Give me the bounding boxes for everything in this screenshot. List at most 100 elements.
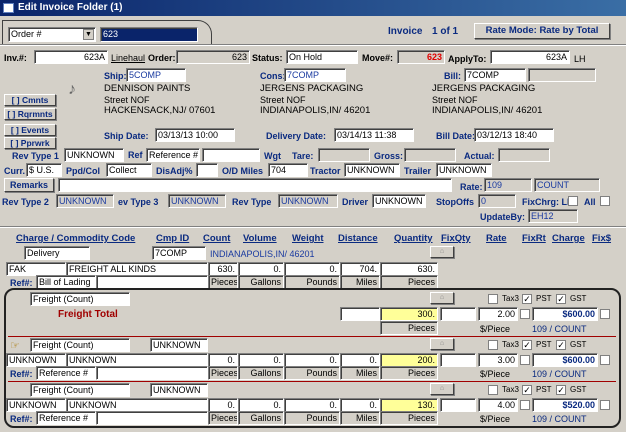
freight1-volume-input[interactable]: 0.	[238, 353, 284, 367]
delivery-volume-input[interactable]: 0.	[238, 262, 284, 276]
rev-type1-input[interactable]: UNKNOWN	[64, 148, 124, 162]
delivery-count-input[interactable]: 630.	[208, 262, 238, 276]
freight2-lookup-button[interactable]: ⌂	[430, 383, 454, 395]
col-charge[interactable]: Charge	[552, 233, 585, 245]
freight1-fixrt-checkbox[interactable]	[520, 355, 530, 365]
requirements-button[interactable]: [ ] Rqrmnts	[4, 108, 56, 120]
comments-button[interactable]: [ ] Cmnts	[4, 94, 56, 106]
freight2-cmp-input[interactable]: UNKNOWN	[150, 383, 208, 397]
freight2-rate-input[interactable]: 4.00	[478, 398, 518, 412]
freight1-tax3-checkbox[interactable]	[488, 340, 498, 350]
freight2-desc-input[interactable]: UNKNOWN	[66, 398, 208, 412]
delivery-ref-type-input[interactable]: Bill of Lading	[36, 275, 96, 289]
freight-total-rate[interactable]: 2.00	[478, 307, 518, 321]
freight-total-lookup-button[interactable]: ⌂	[430, 292, 454, 304]
col-quantity[interactable]: Quantity	[394, 233, 433, 245]
order-type-select[interactable]: Order # ▼	[8, 27, 96, 42]
freight1-fix-checkbox[interactable]	[600, 355, 610, 365]
delivery-weight-input[interactable]: 0.	[284, 262, 340, 276]
ship-code-input[interactable]: 5COMP	[126, 68, 186, 82]
od-miles-input[interactable]: 704	[268, 163, 308, 177]
freight-total-type-input[interactable]: Freight (Count)	[30, 292, 130, 306]
freight1-count-input[interactable]: 0.	[208, 353, 238, 367]
delivery-quantity-input[interactable]: 630.	[380, 262, 438, 276]
remarks-input[interactable]	[58, 178, 452, 192]
freight1-cmp-input[interactable]: UNKNOWN	[150, 338, 208, 352]
ship-date-input[interactable]: 03/13/13 10:00	[155, 128, 235, 142]
events-button[interactable]: [ ] Events	[4, 124, 56, 136]
freight1-distance-input[interactable]: 0.	[340, 353, 380, 367]
freight-total-fix-checkbox[interactable]	[600, 309, 610, 319]
delivery-desc-input[interactable]: FREIGHT ALL KINDS	[66, 262, 208, 276]
freight-total-tax3-checkbox[interactable]	[488, 294, 498, 304]
freight2-ref-type-input[interactable]: Reference #	[36, 411, 96, 425]
freight2-code-input[interactable]: UNKNOWN	[6, 398, 66, 412]
freight2-ref-number-input[interactable]	[96, 411, 208, 425]
freight1-gst-checkbox[interactable]: ✓	[556, 340, 566, 350]
freight2-gst-checkbox[interactable]: ✓	[556, 385, 566, 395]
freight2-distance-input[interactable]: 0.	[340, 398, 380, 412]
invoice-number-input[interactable]: 623A	[34, 50, 108, 64]
freight1-type-input[interactable]: Freight (Count)	[30, 338, 130, 352]
freight1-ref-type-input[interactable]: Reference #	[36, 366, 96, 380]
freight2-type-input[interactable]: Freight (Count)	[30, 383, 130, 397]
freight2-weight-input[interactable]: 0.	[284, 398, 340, 412]
delivery-date-input[interactable]: 03/14/13 11:38	[334, 128, 414, 142]
delivery-distance-input[interactable]: 704.	[340, 262, 380, 276]
freight1-ref-number-input[interactable]	[96, 366, 208, 380]
bill-code-input[interactable]: 7COMP	[464, 68, 526, 82]
delivery-cmp-input[interactable]: 7COMP	[152, 246, 206, 260]
driver-input[interactable]: UNKNOWN	[372, 194, 426, 208]
ppdcol-input[interactable]: Collect	[106, 163, 152, 177]
fixchrg-lh-checkbox[interactable]	[568, 196, 578, 206]
col-count[interactable]: Count	[203, 233, 230, 245]
col-weight[interactable]: Weight	[292, 233, 324, 245]
freight2-fixrt-checkbox[interactable]	[520, 400, 530, 410]
ref-type-input[interactable]: Reference #	[146, 148, 200, 162]
bill-date-input[interactable]: 03/12/13 18:40	[474, 128, 554, 142]
col-fixqty[interactable]: FixQty	[441, 233, 471, 245]
delivery-type-input[interactable]: Delivery	[24, 246, 90, 260]
delivery-code-input[interactable]: FAK	[6, 262, 66, 276]
freight2-fix-checkbox[interactable]	[600, 400, 610, 410]
freight2-volume-input[interactable]: 0.	[238, 398, 284, 412]
col-rate[interactable]: Rate	[486, 233, 507, 245]
music-note-icon[interactable]: ♪	[68, 82, 76, 98]
freight1-pst-checkbox[interactable]: ✓	[522, 340, 532, 350]
freight2-count-input[interactable]: 0.	[208, 398, 238, 412]
currency-input[interactable]: $ U.S.	[26, 163, 62, 177]
freight2-tax3-checkbox[interactable]	[488, 385, 498, 395]
freight1-desc-input[interactable]: UNKNOWN	[66, 353, 208, 367]
ref-number-input[interactable]	[202, 148, 260, 162]
freight1-weight-input[interactable]: 0.	[284, 353, 340, 367]
status-input[interactable]: On Hold	[286, 50, 358, 64]
freight1-quantity-input[interactable]: 200.	[380, 353, 438, 367]
trailer-input[interactable]: UNKNOWN	[436, 163, 492, 177]
rate-mode-button[interactable]: Rate Mode: Rate by Total	[474, 23, 610, 39]
col-fixrt[interactable]: FixRt	[522, 233, 546, 245]
freight1-rate-input[interactable]: 3.00	[478, 353, 518, 367]
col-cmp-id[interactable]: Cmp ID	[156, 233, 189, 245]
freight1-code-input[interactable]: UNKNOWN	[6, 353, 66, 367]
freight2-quantity-input[interactable]: 130.	[380, 398, 438, 412]
linehaul-link[interactable]: Linehaul	[111, 52, 145, 64]
tractor-input[interactable]: UNKNOWN	[344, 163, 400, 177]
freight-total-gst-checkbox[interactable]: ✓	[556, 294, 566, 304]
freight1-lookup-button[interactable]: ⌂	[430, 338, 454, 350]
delivery-lookup-button[interactable]: ⌂	[430, 246, 454, 258]
col-charge-code[interactable]: Charge / Commodity Code	[16, 233, 135, 245]
delivery-ref-number-input[interactable]	[96, 275, 208, 289]
remarks-button[interactable]: Remarks	[4, 178, 54, 192]
paperwork-button[interactable]: [ ] Pprwrk	[4, 137, 56, 149]
applyto-input[interactable]: 623A	[490, 50, 570, 64]
disadj-input[interactable]	[196, 163, 218, 177]
order-number-input[interactable]: 623	[100, 27, 198, 42]
cons-code-input[interactable]: 7COMP	[284, 68, 346, 82]
freight-total-pst-checkbox[interactable]: ✓	[522, 294, 532, 304]
col-volume[interactable]: Volume	[243, 233, 277, 245]
col-distance[interactable]: Distance	[338, 233, 378, 245]
freight2-pst-checkbox[interactable]: ✓	[522, 385, 532, 395]
fixchrg-all-checkbox[interactable]	[600, 196, 610, 206]
freight-total-fixrt-checkbox[interactable]	[520, 309, 530, 319]
col-fix-charge[interactable]: Fix$	[592, 233, 611, 245]
